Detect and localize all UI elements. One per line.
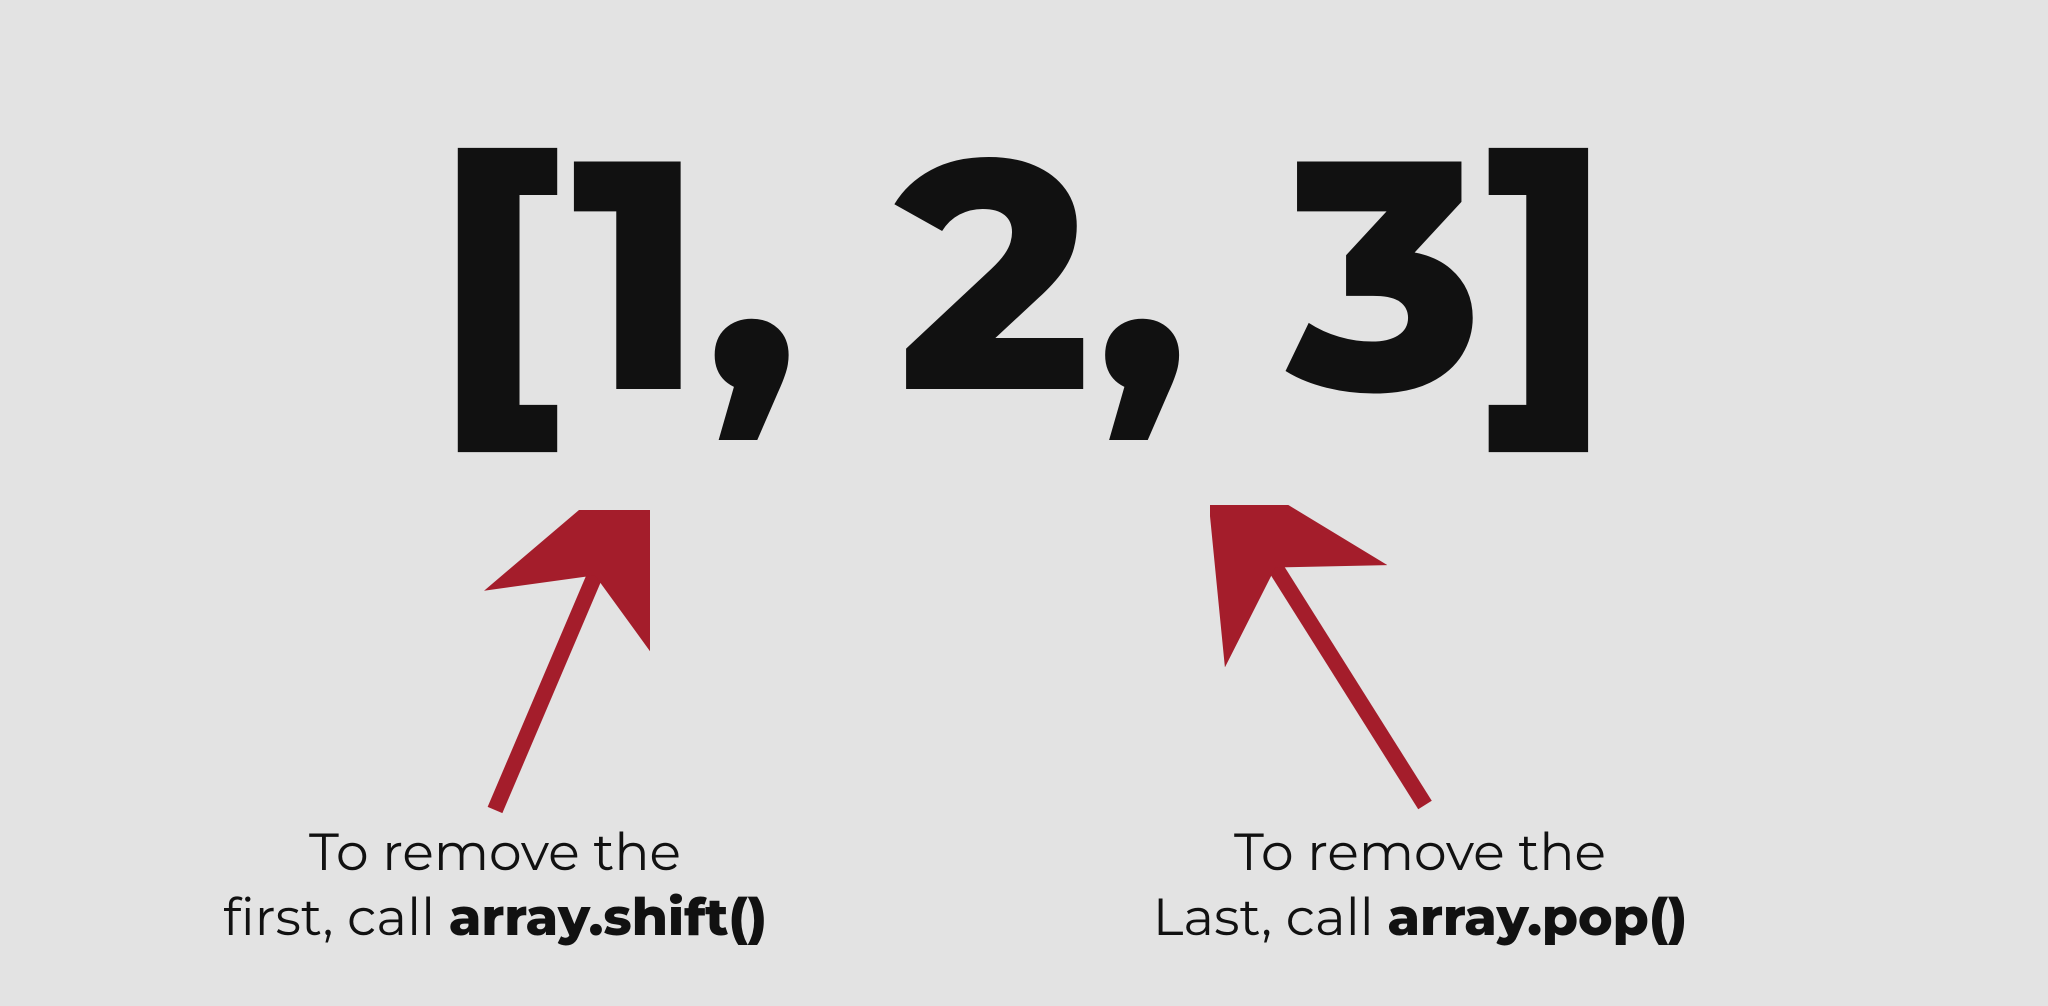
caption-shift-line1: To remove the (309, 821, 681, 884)
caption-pop-line2-prefix: Last, call (1153, 886, 1388, 949)
caption-shift-method: array.shift() (449, 886, 767, 949)
arrow-first-element (470, 510, 650, 820)
array-literal: [1, 2, 3] (0, 110, 2048, 435)
diagram-canvas: [1, 2, 3] To remove the first, call arra… (0, 0, 2048, 1006)
caption-pop-method: array.pop() (1387, 886, 1687, 949)
caption-pop: To remove the Last, call array.pop() (1100, 820, 1740, 950)
caption-pop-line1: To remove the (1234, 821, 1606, 884)
arrow-last-element (1210, 505, 1450, 815)
caption-shift: To remove the first, call array.shift() (175, 820, 815, 950)
caption-shift-line2-prefix: first, call (223, 886, 449, 949)
